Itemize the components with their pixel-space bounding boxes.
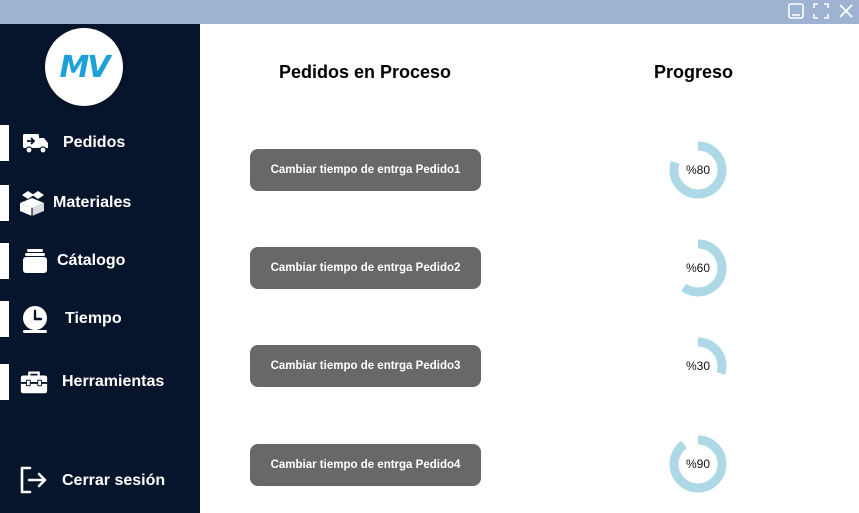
sidebar-item-label: Tiempo [65,310,122,327]
progress-ring-2: %60 [668,238,728,298]
sidebar-item-marker [0,364,9,400]
change-delivery-time-button-1[interactable]: Cambiar tiempo de entrga Pedido1 [250,149,481,191]
sidebar-item-marker [0,301,9,337]
close-icon[interactable] [836,1,856,21]
progress-label: %80 [685,163,711,177]
toolbox-icon [19,368,49,396]
sidebar-item-marker [0,185,9,221]
orders-column-title: Pedidos en Proceso [279,62,452,82]
truck-icon [21,129,51,157]
progress-ring-4: %90 [668,434,728,494]
sidebar-item-materiales[interactable]: Materiales [0,185,200,223]
sidebar-item-label: Pedidos [63,134,126,151]
progress-ring-1: %80 [668,140,728,200]
logout-icon [18,466,48,494]
sidebar-item-catalogo[interactable]: Cátalogo [0,243,200,281]
catalog-icon [20,247,50,275]
sidebar-item-tiempo[interactable]: Tiempo [0,301,200,339]
minimize-icon[interactable] [786,1,806,21]
progress-label: %60 [685,261,711,275]
logout-label: Cerrar sesión [62,472,166,489]
progress-label: %90 [685,457,711,471]
sidebar-item-marker [0,243,9,279]
change-delivery-time-button-3[interactable]: Cambiar tiempo de entrga Pedido3 [250,345,481,387]
change-delivery-time-button-2[interactable]: Cambiar tiempo de entrga Pedido2 [250,247,481,289]
boxes-icon [17,189,47,217]
logout-button[interactable]: Cerrar sesión [0,462,200,500]
sidebar-item-label: Herramientas [62,373,165,390]
title-bar [0,0,859,24]
sidebar-item-label: Materiales [53,194,132,211]
sidebar-item-pedidos[interactable]: Pedidos [0,125,200,163]
change-delivery-time-button-4[interactable]: Cambiar tiempo de entrga Pedido4 [250,444,481,486]
progress-ring-3: %30 [668,336,728,396]
progress-label: %30 [685,359,711,373]
sidebar-item-label: Cátalogo [57,252,126,269]
logo: MV [45,28,123,106]
clock-icon [20,305,50,333]
sidebar: MV Pedidos Materiales Cátalogo Tiempo He… [0,24,200,513]
sidebar-item-herramientas[interactable]: Herramientas [0,364,200,402]
fullscreen-icon[interactable] [811,1,831,21]
sidebar-item-marker [0,125,9,161]
logo-text: MV [59,49,110,85]
progress-column-title: Progreso [654,62,734,82]
